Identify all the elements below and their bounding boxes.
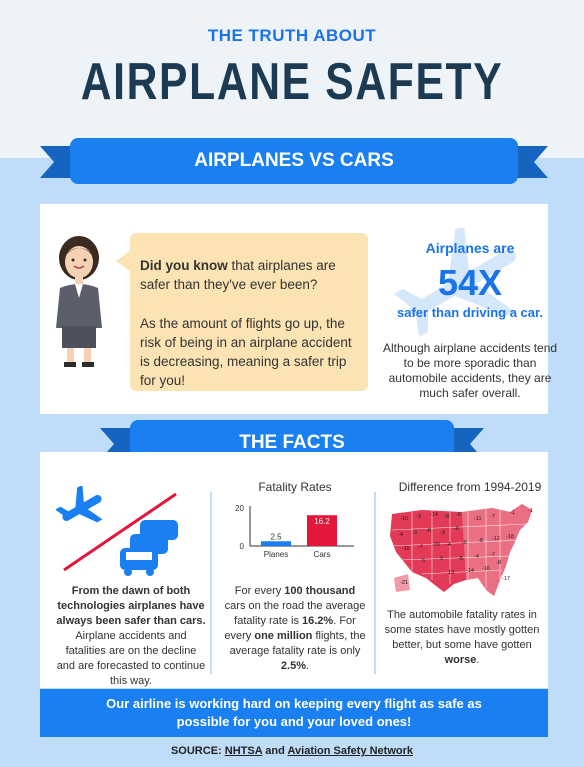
state-value-label: -3 bbox=[416, 514, 421, 520]
state-value-label: -15 bbox=[402, 546, 410, 552]
fatality-rates-chart: 20 0 2.5 Planes 16.2 Cars bbox=[235, 504, 354, 559]
col2-bold: one million bbox=[254, 630, 313, 642]
cars-icon bbox=[120, 520, 178, 576]
col2-bold: 16.2% bbox=[302, 615, 334, 627]
state-value-label: -4 bbox=[446, 542, 451, 548]
state-value-label: -4 bbox=[398, 532, 403, 538]
chart-title: Fatality Rates bbox=[258, 480, 332, 494]
state-value-label: -1 bbox=[528, 508, 533, 514]
state-value-label: -6 bbox=[462, 540, 467, 546]
data-label: 16.2 bbox=[314, 517, 330, 526]
column-divider bbox=[374, 492, 376, 674]
source-line: SOURCE: NHTSA and Aviation Safety Networ… bbox=[0, 745, 584, 757]
state-value-label: -7 bbox=[490, 514, 495, 520]
state-value-label: -11 bbox=[474, 516, 482, 522]
state-value-label: -8 bbox=[444, 514, 449, 520]
source-prefix: SOURCE: bbox=[170, 745, 225, 757]
did-you-know: Did you know bbox=[140, 258, 228, 273]
column-divider bbox=[210, 492, 212, 674]
facts-col3-text: The automobile fatality rates in some st… bbox=[384, 608, 540, 668]
state-value-label: -7 bbox=[418, 544, 423, 550]
col1-p2: Airplane accidents and fatalities are on… bbox=[56, 630, 206, 687]
state-value-label: -8 bbox=[496, 560, 501, 566]
source-link-nhtsa[interactable]: NHTSA bbox=[225, 745, 262, 757]
state-value-label: -8 bbox=[426, 528, 431, 534]
state-value-label: -1 bbox=[510, 510, 515, 516]
state-value-label: -14 bbox=[430, 512, 438, 518]
state-value-label: -17 bbox=[502, 576, 510, 582]
us-map-icon: -10 -3 -14 -8 -6-11 -7-1 -1-4 -3 -8 -3-8-15 -7 -20-… bbox=[390, 504, 533, 596]
y-tick-label: 20 bbox=[235, 504, 244, 513]
state-value-label: -16 bbox=[482, 566, 490, 572]
source-link-asn[interactable]: Aviation Safety Network bbox=[288, 745, 414, 757]
col3-text: . bbox=[476, 654, 480, 666]
plane-vs-cars-illustration bbox=[56, 486, 178, 576]
state-value-label: -10 bbox=[400, 516, 408, 522]
state-value-label: -18 bbox=[506, 534, 514, 540]
facts-col2-text: For every 100 thousand cars on the road … bbox=[224, 584, 366, 674]
x-tick-label: Cars bbox=[314, 550, 331, 559]
col3-bold: worse bbox=[444, 654, 477, 666]
col2-text: For every bbox=[234, 585, 285, 597]
ribbon-label: AIRPLANES VS CARS bbox=[70, 138, 518, 184]
state-value-label: -7 bbox=[490, 552, 495, 558]
state-value-label: -3 bbox=[412, 530, 417, 536]
state-value-label: -6 bbox=[456, 512, 461, 518]
stat-big-number: 54X bbox=[437, 262, 503, 303]
col1-p1: From the dawn of both technologies airpl… bbox=[56, 585, 206, 627]
section-ribbon-airplanes-vs-cars: AIRPLANES VS CARS bbox=[40, 138, 518, 184]
stat-top: Airplanes are bbox=[425, 240, 515, 256]
page-title: AIRPLANE SAFETY bbox=[80, 53, 504, 111]
state-value-label: -12 bbox=[492, 536, 500, 542]
speech-bubble-text: Did you know that airplanes are safer th… bbox=[140, 256, 360, 410]
bar-planes bbox=[261, 541, 291, 546]
data-label: 2.5 bbox=[270, 532, 282, 541]
state-value-label: -8 bbox=[478, 538, 483, 544]
state-value-label: -20 bbox=[432, 542, 440, 548]
commitment-banner: Our airline is working hard on keeping e… bbox=[40, 689, 548, 737]
bubble-line2: As the amount of flights go up, the risk… bbox=[140, 316, 352, 388]
map-title: Difference from 1994-2019 bbox=[398, 480, 542, 494]
airplane-icon bbox=[56, 486, 103, 523]
col2-text: . bbox=[306, 660, 310, 672]
y-tick-label: 0 bbox=[240, 542, 245, 551]
state-value-label: -5 bbox=[458, 556, 463, 562]
banner-line1: Our airline is working hard on keeping e… bbox=[106, 696, 482, 711]
state-value-label: 5 bbox=[422, 558, 425, 564]
state-value-label: -8 bbox=[454, 526, 459, 532]
woman-icon bbox=[56, 236, 102, 367]
state-value-label: -14 bbox=[466, 568, 474, 574]
state-value-label: -3 bbox=[440, 530, 445, 536]
stat-bottom: safer than driving a car. bbox=[397, 305, 543, 320]
facts-col1-text: From the dawn of both technologies airpl… bbox=[56, 584, 206, 689]
col2-bold: 2.5% bbox=[280, 660, 306, 672]
x-tick-label: Planes bbox=[264, 550, 288, 559]
source-and: and bbox=[262, 745, 288, 757]
state-value-label: 13 bbox=[448, 570, 454, 576]
col3-text: The automobile fatality rates in some st… bbox=[384, 609, 540, 651]
banner-line2: possible for you and your loved ones! bbox=[176, 714, 412, 729]
state-value-label: -4 bbox=[474, 554, 479, 560]
state-value-label: -21 bbox=[400, 580, 408, 586]
stat-note: Although airplane accidents tend to be m… bbox=[382, 341, 558, 400]
state-value-label: 5 bbox=[440, 556, 443, 562]
col2-bold: 100 thousand bbox=[284, 585, 356, 597]
header-kicker: THE TRUTH ABOUT bbox=[207, 26, 377, 45]
